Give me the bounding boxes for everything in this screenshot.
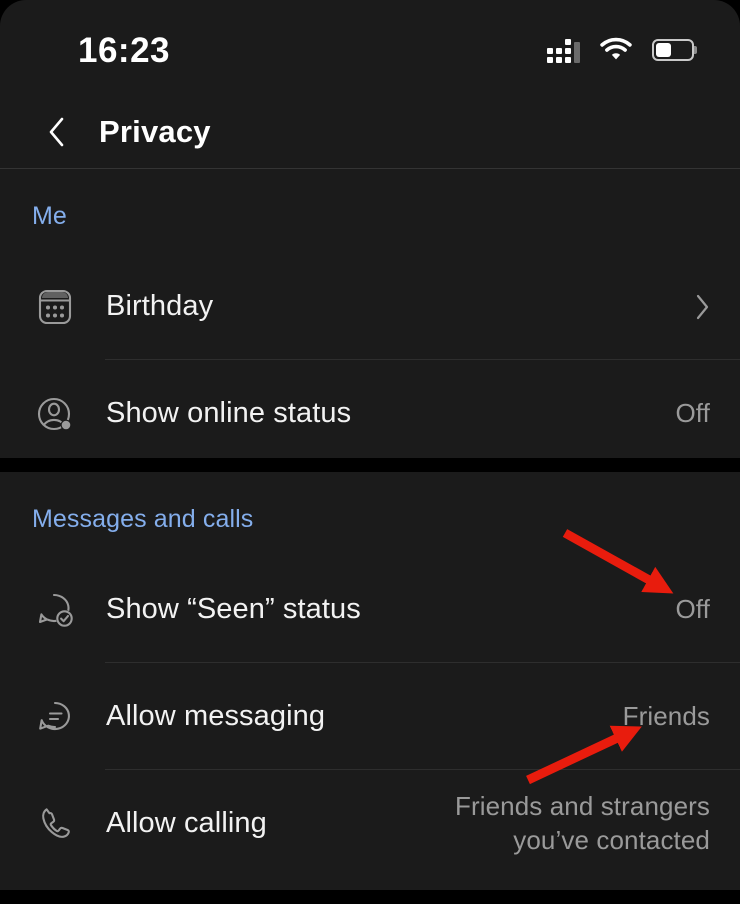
speech-bubble-check-icon: [32, 587, 78, 633]
row-allow-messaging[interactable]: Allow messaging Friends: [0, 663, 740, 770]
row-label-allow-messaging: Allow messaging: [106, 700, 326, 732]
battery-fill: [656, 42, 672, 57]
bottom-bar: [0, 890, 740, 904]
row-label-show-online-status: Show online status: [106, 397, 352, 429]
cellular-signal-icon: [547, 37, 580, 63]
row-label-show-seen-status: Show “Seen” status: [106, 593, 361, 625]
row-value-allow-calling: Friends and strangers you’ve contacted: [454, 791, 710, 855]
status-bar: 16:23: [0, 0, 740, 96]
page-title: Privacy: [99, 114, 211, 149]
calendar-birthday-icon: [32, 284, 78, 330]
row-label-birthday: Birthday: [106, 290, 214, 322]
battery-icon: [652, 38, 694, 61]
row-value-show-seen-status: Off: [675, 593, 710, 624]
section-header-me: Me: [32, 202, 67, 230]
chevron-right-icon: [696, 294, 709, 319]
section-header-messages-and-calls: Messages and calls: [32, 505, 254, 533]
wifi-icon: [600, 37, 632, 59]
row-label-allow-calling: Allow calling: [106, 807, 267, 839]
row-value-show-online-status: Off: [675, 397, 710, 428]
row-show-online-status[interactable]: Show online status Off: [0, 360, 740, 467]
row-birthday[interactable]: Birthday: [0, 253, 740, 360]
row-allow-calling[interactable]: Allow calling Friends and strangers you’…: [0, 770, 740, 877]
status-bar-clock: 16:23: [78, 30, 171, 70]
person-online-status-icon: [32, 391, 78, 437]
chevron-left-icon: [49, 117, 63, 147]
row-value-allow-messaging: Friends: [622, 700, 710, 731]
section-gap: [0, 458, 740, 472]
phone-handset-icon: [32, 801, 78, 847]
status-bar-icons: [547, 34, 694, 63]
row-show-seen-status[interactable]: Show “Seen” status Off: [0, 556, 740, 663]
section-me: Me Birthday Show online status Off: [0, 169, 740, 458]
phone-screen: 16:23 Privacy Me Birthday Show online st…: [0, 0, 740, 904]
nav-bar: Privacy: [0, 96, 740, 168]
section-messages-and-calls: Messages and calls Show “Seen” status Of…: [0, 472, 740, 890]
speech-bubble-lines-icon: [32, 694, 78, 740]
back-button[interactable]: [34, 110, 78, 154]
